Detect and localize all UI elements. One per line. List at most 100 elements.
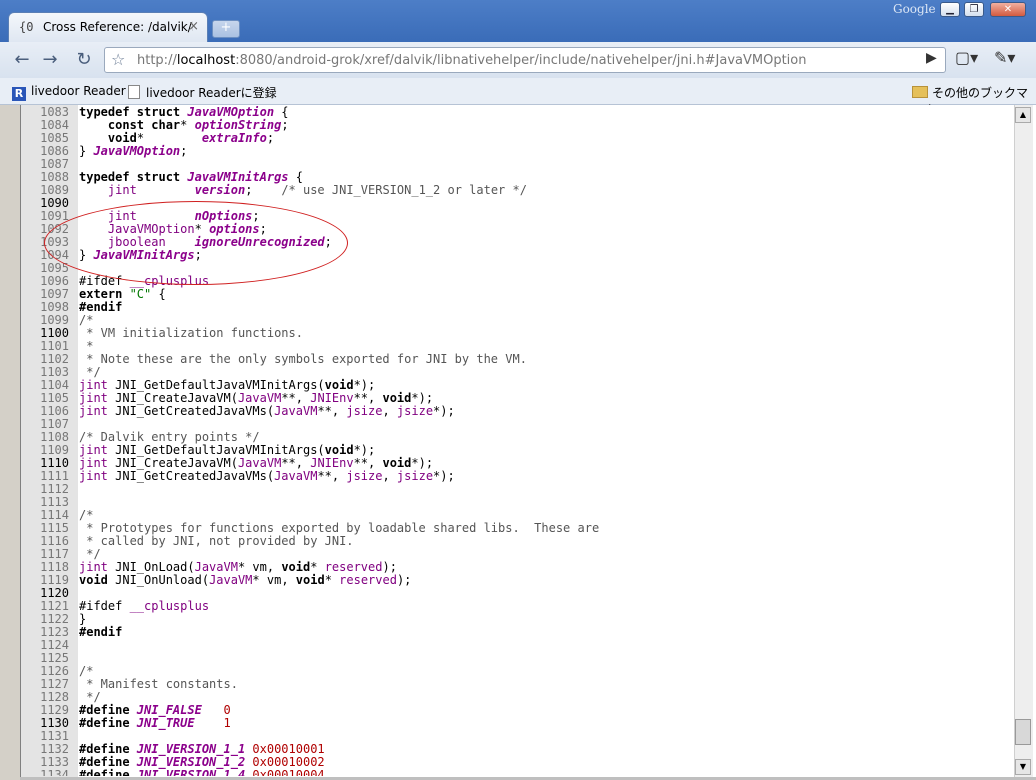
code-line: 1097 extern "C" { [21,288,1014,301]
code-line: 1123 #endif [21,626,1014,639]
url-text[interactable]: http://localhost:8080/android-grok/xref/… [137,53,806,68]
forward-button[interactable]: → [38,49,62,71]
code-line: 1119 void JNI_OnUnload(JavaVM* vm, void* … [21,574,1014,587]
vertical-scrollbar[interactable] [1014,105,1033,777]
code-token: extern [79,287,130,301]
code-token[interactable]: JavaVMInitArgs [93,248,194,262]
code-token[interactable]: JavaVM [274,469,317,483]
code-token: /* [79,313,94,327]
code-token[interactable]: ignoreUnrecognized [195,235,325,249]
code-token[interactable]: jint [79,404,108,418]
tab-title: Cross Reference: /dalvik/l... [43,20,193,34]
code-token[interactable]: JNI_FALSE [137,703,202,717]
code-token[interactable]: JNI_TRUE [137,716,195,730]
code-token: #define [79,703,137,717]
restore-button[interactable]: ❐ [964,2,984,17]
reload-button[interactable]: ↻ [72,49,96,71]
wrench-menu-icon[interactable]: ✎▾ [994,48,1015,67]
code-token[interactable]: JNI_VERSION_1_1 [137,742,245,756]
scroll-up-icon[interactable]: ▲ [1015,107,1031,123]
bookmark-livedoor-reader[interactable]: Rlivedoor Reader [12,84,126,101]
code-token: **, [317,469,347,483]
minimize-button[interactable]: ▁ [940,2,960,17]
code-token[interactable]: jint [108,183,137,197]
code-token[interactable]: JavaVM [238,391,281,405]
code-token: **, [281,391,311,405]
code-token[interactable]: jint [79,443,108,457]
close-window-button[interactable]: ✕ [990,2,1026,17]
tab-cross-reference[interactable]: {0 Cross Reference: /dalvik/l... × [8,12,208,42]
code-token: */ [79,365,101,379]
code-token: 0 [223,703,231,717]
code-token: * [194,222,210,236]
code-token[interactable]: jint [79,456,108,470]
code-token[interactable]: options [209,222,260,236]
back-button[interactable]: ← [10,49,34,71]
code-token: ; [281,118,289,132]
code-token: } [79,248,94,262]
code-token: void [382,391,412,405]
code-token[interactable]: JavaVM [274,404,317,418]
code-token[interactable]: JavaVM [195,560,238,574]
code-token[interactable]: extraInfo [202,131,267,145]
code-token: , [382,469,397,483]
code-token: * [136,131,202,145]
code-token[interactable]: JavaVM [238,456,281,470]
code-token[interactable]: reserved [325,560,383,574]
code-token[interactable]: JavaVMInitArgs [187,170,288,184]
code-token[interactable]: nOptions [195,209,253,223]
code-token[interactable]: version [195,183,246,197]
page-icon [128,85,140,99]
code-token: /* [79,664,94,678]
code-token: /* Dalvik entry points */ [79,430,260,444]
code-token[interactable]: __cplusplus [130,274,209,288]
code-token: * called by JNI, not provided by JNI. [79,534,354,548]
code-token[interactable]: jboolean [108,235,166,249]
code-token[interactable]: jsize [346,469,382,483]
bookmark-star-icon[interactable]: ☆ [111,50,125,69]
code-token: void [281,560,311,574]
code-token: ; [180,144,188,158]
code-line: 1102 * Note these are the only symbols e… [21,353,1014,366]
code-token: void [295,573,325,587]
code-token[interactable]: reserved [339,573,397,587]
scroll-down-icon[interactable]: ▼ [1015,759,1031,775]
title-bar: {0 Cross Reference: /dalvik/l... × + Goo… [0,0,1036,43]
code-token[interactable]: __cplusplus [130,599,209,613]
line-number[interactable]: 1134 [21,769,79,777]
code-token: * vm, [252,573,296,587]
bookmark-livedoor-register[interactable]: livedoor Readerに登録 [128,84,277,101]
code-token[interactable]: JNIEnv [310,391,353,405]
go-icon[interactable]: ▶ [926,50,937,66]
code-token[interactable]: optionString [195,118,282,132]
code-token[interactable]: jint [79,560,108,574]
code-token[interactable]: JavaVMOption [108,222,195,236]
address-bar[interactable]: ☆ http://localhost:8080/android-grok/xre… [104,47,946,73]
code-token[interactable]: jint [108,209,137,223]
code-token[interactable]: jint [79,391,108,405]
code-token[interactable]: jsize [397,404,433,418]
code-token: } [79,612,87,626]
new-tab-button[interactable]: + [212,20,240,38]
code-token[interactable]: jsize [346,404,382,418]
code-token[interactable]: JNIEnv [310,456,353,470]
code-line: 1130 #define JNI_TRUE 1 [21,717,1014,730]
code-token[interactable]: jsize [397,469,433,483]
scroll-thumb[interactable] [1015,719,1031,745]
code-token: *); [353,443,376,457]
code-token[interactable]: jint [79,469,108,483]
code-token[interactable]: JavaVMOption [93,144,180,158]
code-token[interactable]: JavaVM [209,573,252,587]
page-menu-icon[interactable]: ▢▾ [955,48,978,67]
code-token[interactable]: JNI_VERSION_1_2 [137,755,245,769]
code-token: JNI_OnLoad( [107,560,195,574]
code-token[interactable]: JNI_VERSION_1_4 [137,768,245,777]
tab-close-icon[interactable]: × [188,19,199,34]
code-line: 1098 #endif [21,301,1014,314]
code-token: typedef struct [79,170,188,184]
code-token: 1 [223,716,231,730]
code-token[interactable]: jint [79,378,108,392]
